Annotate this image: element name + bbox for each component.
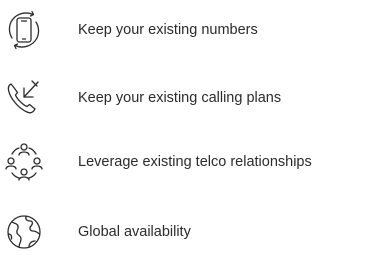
incoming-call-icon: [2, 76, 46, 120]
feature-label: Keep your existing calling plans: [78, 90, 282, 106]
feature-label: Leverage existing telco relationships: [78, 154, 312, 170]
feature-label: Global availability: [78, 224, 191, 240]
feature-item-telco-relationships: Leverage existing telco relationships: [0, 140, 367, 184]
phone-sync-icon: [2, 8, 46, 52]
people-network-icon: [2, 140, 46, 184]
feature-item-existing-numbers: Keep your existing numbers: [0, 8, 367, 52]
feature-list: Keep your existing numbers Keep your exi…: [0, 0, 367, 258]
globe-icon: [2, 210, 46, 254]
feature-item-calling-plans: Keep your existing calling plans: [0, 76, 367, 120]
feature-label: Keep your existing numbers: [78, 22, 258, 38]
feature-item-global-availability: Global availability: [0, 210, 367, 254]
